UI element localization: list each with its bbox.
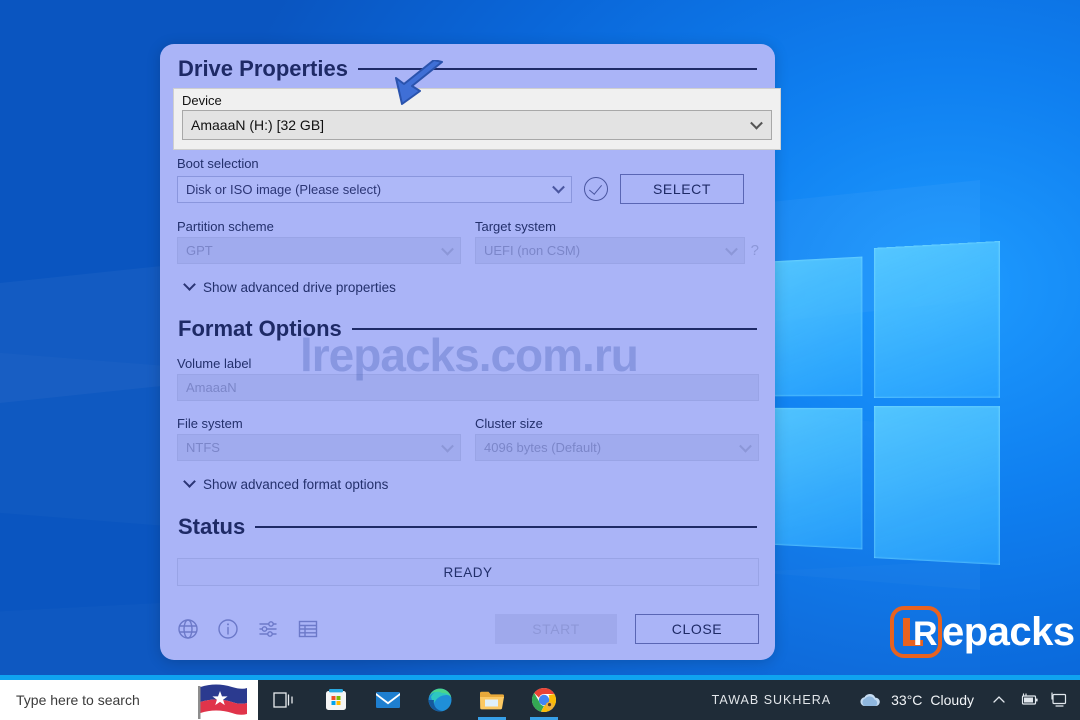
- boot-selection-group: Boot selection Disk or ISO image (Please…: [177, 156, 759, 204]
- search-placeholder: Type here to search: [16, 692, 140, 708]
- partition-scheme-label: Partition scheme: [177, 219, 274, 234]
- chevron-down-icon: [552, 180, 565, 194]
- section-divider-line: [351, 328, 757, 330]
- windows-logo-wallpaper-icon: [756, 240, 1000, 567]
- volume-label-group: Volume label AmaaaN: [177, 356, 759, 401]
- target-system-select[interactable]: UEFI (non CSM): [475, 237, 745, 264]
- show-advanced-drive-properties-toggle[interactable]: Show advanced drive properties: [177, 278, 396, 295]
- device-panel: Device AmaaaN (H:) [32 GB]: [173, 88, 781, 150]
- cloud-icon: [860, 694, 880, 706]
- partition-scheme-group: Partition scheme GPT: [177, 219, 461, 264]
- microsoft-store-icon[interactable]: [310, 680, 362, 720]
- chevron-down-icon: [750, 116, 763, 130]
- lrepacks-mark-icon: R: [890, 606, 942, 658]
- search-input[interactable]: Type here to search: [0, 680, 258, 720]
- file-system-label: File system: [177, 416, 243, 431]
- drive-properties-section-header: Drive Properties: [160, 56, 775, 82]
- weather-temperature: 33°C: [891, 692, 923, 708]
- filesystem-cluster-group: File system NTFS Cluster size 4096 bytes…: [177, 416, 759, 461]
- weather-condition: Cloudy: [930, 692, 974, 708]
- mail-icon[interactable]: [362, 680, 414, 720]
- partition-scheme-value: GPT: [186, 243, 213, 258]
- info-about-icon[interactable]: [217, 618, 239, 640]
- chevron-down-icon: [441, 439, 454, 453]
- chevron-down-icon: [724, 242, 738, 256]
- chevron-down-icon: [183, 475, 196, 488]
- google-chrome-icon[interactable]: [518, 680, 570, 720]
- select-button[interactable]: SELECT: [620, 174, 744, 204]
- boot-selection-select[interactable]: Disk or ISO image (Please select): [177, 175, 572, 203]
- windows-taskbar[interactable]: Type here to search TAWAB SUKHERA 33°C C…: [0, 680, 1080, 720]
- cluster-size-value: 4096 bytes (Default): [484, 440, 602, 455]
- drive-properties-title: Drive Properties: [178, 56, 348, 81]
- section-divider-line: [255, 526, 757, 528]
- target-system-group: Target system UEFI (non CSM) ?: [475, 219, 759, 264]
- chevron-down-icon: [441, 242, 454, 256]
- partition-scheme-select[interactable]: GPT: [177, 237, 461, 264]
- volume-label-input[interactable]: AmaaaN: [177, 374, 759, 401]
- footer-icon-bar: [177, 618, 319, 640]
- status-text: READY: [443, 564, 493, 580]
- boot-selection-value: Disk or ISO image (Please select): [186, 181, 382, 197]
- cluster-size-select[interactable]: 4096 bytes (Default): [475, 434, 759, 461]
- partition-target-group: Partition scheme GPT Target system UEFI …: [177, 219, 759, 264]
- battery-charging-icon[interactable]: [1014, 680, 1044, 720]
- chevron-down-icon: [739, 439, 752, 453]
- cluster-size-group: Cluster size 4096 bytes (Default): [475, 416, 759, 461]
- show-advanced-format-options-toggle[interactable]: Show advanced format options: [177, 475, 388, 492]
- device-select-value: AmaaaN (H:) [32 GB]: [191, 117, 325, 133]
- status-section-header: Status: [160, 514, 775, 540]
- file-explorer-icon[interactable]: [466, 680, 518, 720]
- lrepacks-wordmark: epacks: [942, 609, 1075, 654]
- close-button[interactable]: CLOSE: [635, 614, 759, 644]
- target-system-value: UEFI (non CSM): [484, 243, 581, 258]
- rufus-window[interactable]: Drive Properties Device AmaaaN (H:) [32 …: [160, 44, 781, 660]
- device-label: Device: [182, 93, 222, 108]
- device-select[interactable]: AmaaaN (H:) [32 GB]: [182, 110, 772, 140]
- file-system-group: File system NTFS: [177, 416, 461, 461]
- status-title: Status: [178, 514, 246, 539]
- chevron-down-icon: [183, 278, 196, 291]
- help-question-icon[interactable]: ?: [751, 242, 759, 259]
- pointer-arrow-to-device: [395, 60, 443, 105]
- weather-widget[interactable]: 33°C Cloudy: [847, 691, 984, 709]
- boot-selection-label: Boot selection: [177, 156, 259, 171]
- target-system-label: Target system: [475, 219, 556, 234]
- cluster-size-label: Cluster size: [475, 416, 543, 431]
- volume-label-label: Volume label: [177, 356, 252, 371]
- format-options-title: Format Options: [178, 316, 342, 341]
- status-bar: READY: [177, 558, 759, 586]
- microsoft-edge-icon[interactable]: [414, 680, 466, 720]
- file-system-value: NTFS: [186, 440, 220, 455]
- start-button[interactable]: START: [495, 614, 617, 644]
- network-display-icon[interactable]: [1044, 680, 1074, 720]
- globe-language-icon[interactable]: [177, 618, 199, 640]
- national-flag-icon: [198, 684, 247, 719]
- settings-sliders-icon[interactable]: [257, 618, 279, 640]
- checkmark-circle-icon[interactable]: [584, 177, 608, 201]
- format-options-section-header: Format Options: [160, 316, 775, 342]
- system-tray: TAWAB SUKHERA 33°C Cloudy: [696, 680, 1080, 720]
- task-view-icon[interactable]: [258, 680, 310, 720]
- desktop-screen: Drive Properties Device AmaaaN (H:) [32 …: [0, 0, 1080, 720]
- lrepacks-brand-logo: R epacks: [890, 606, 1075, 658]
- dialog-footer: START CLOSE: [177, 614, 759, 644]
- volume-label-value: AmaaaN: [186, 380, 237, 395]
- user-name-label: TAWAB SUKHERA: [711, 693, 832, 707]
- show-hidden-icons-chevron[interactable]: [984, 680, 1014, 720]
- log-list-icon[interactable]: [297, 618, 319, 640]
- file-system-select[interactable]: NTFS: [177, 434, 461, 461]
